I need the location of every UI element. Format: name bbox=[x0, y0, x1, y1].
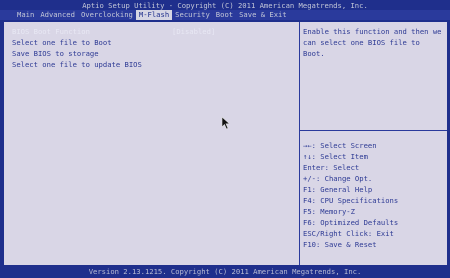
settings-panel: BIOS Boot Function [Disabled] Select one… bbox=[3, 21, 448, 266]
tab-boot[interactable]: Boot bbox=[213, 10, 236, 20]
key-save-reset: F10: Save & Reset bbox=[303, 240, 377, 249]
settings-list: BIOS Boot Function [Disabled] Select one… bbox=[4, 22, 300, 265]
key-select-item: ↑↓: Select Item bbox=[303, 152, 368, 161]
key-legend: →←: Select Screen ↑↓: Select Item Enter:… bbox=[300, 140, 447, 250]
bios-boot-function-label[interactable]: BIOS Boot Function bbox=[12, 27, 90, 36]
key-change-opt: +/-: Change Opt. bbox=[303, 174, 373, 183]
tab-advanced[interactable]: Advanced bbox=[37, 10, 78, 20]
tab-bar: Main Advanced Overclocking M-Flash Secur… bbox=[0, 10, 450, 20]
key-general-help: F1: General Help bbox=[303, 185, 373, 194]
tab-save-exit[interactable]: Save & Exit bbox=[236, 10, 290, 20]
key-select-screen: →←: Select Screen bbox=[303, 141, 377, 150]
help-text: Enable this function and then we can sel… bbox=[300, 22, 447, 131]
tab-main[interactable]: Main bbox=[14, 10, 37, 20]
version-footer: Version 2.13.1215. Copyright (C) 2011 Am… bbox=[88, 267, 362, 276]
update-bios-item[interactable]: Select one file to update BIOS bbox=[12, 60, 142, 69]
select-boot-file-item[interactable]: Select one file to Boot bbox=[12, 38, 112, 47]
key-optimized-defaults: F6: Optimized Defaults bbox=[303, 218, 399, 227]
tab-security[interactable]: Security bbox=[172, 10, 213, 20]
save-bios-item[interactable]: Save BIOS to storage bbox=[12, 49, 99, 58]
tab-overclocking[interactable]: Overclocking bbox=[78, 10, 136, 20]
key-exit: ESC/Right Click: Exit bbox=[303, 229, 394, 238]
bios-boot-function-value[interactable]: [Disabled] bbox=[172, 27, 215, 36]
mouse-cursor-icon bbox=[221, 116, 231, 130]
key-memory-z: F5: Memory-Z bbox=[303, 207, 355, 216]
tab-m-flash[interactable]: M-Flash bbox=[135, 10, 173, 20]
key-cpu-specifications: F4: CPU Specifications bbox=[303, 196, 399, 205]
key-enter: Enter: Select bbox=[303, 163, 360, 172]
